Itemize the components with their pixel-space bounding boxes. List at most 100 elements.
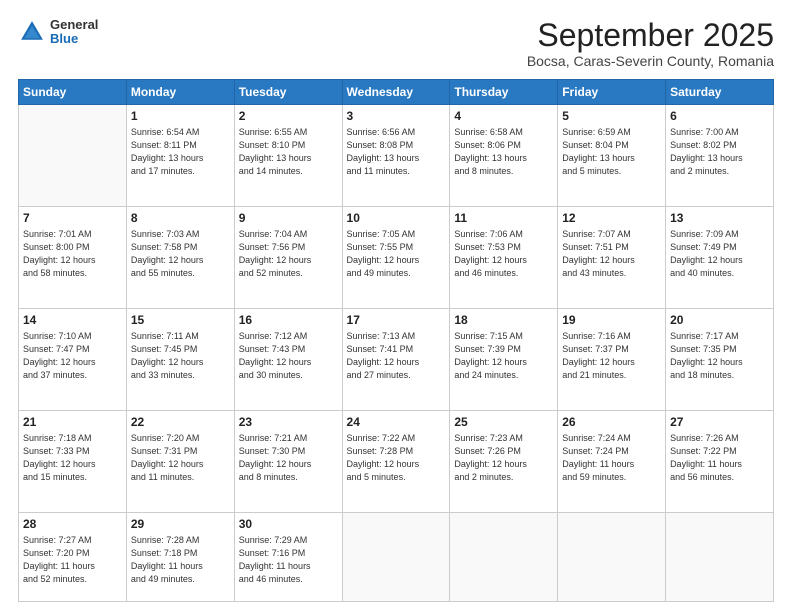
weekday-header-monday: Monday (126, 80, 234, 105)
day-number: 22 (131, 414, 230, 431)
day-number: 15 (131, 312, 230, 329)
day-number: 23 (239, 414, 338, 431)
calendar-cell: 3Sunrise: 6:56 AM Sunset: 8:08 PM Daylig… (342, 105, 450, 207)
day-number: 21 (23, 414, 122, 431)
day-number: 29 (131, 516, 230, 533)
calendar-table: SundayMondayTuesdayWednesdayThursdayFrid… (18, 79, 774, 602)
calendar-cell: 4Sunrise: 6:58 AM Sunset: 8:06 PM Daylig… (450, 105, 558, 207)
day-number: 12 (562, 210, 661, 227)
calendar-cell: 13Sunrise: 7:09 AM Sunset: 7:49 PM Dayli… (666, 207, 774, 309)
day-content: Sunrise: 7:04 AM Sunset: 7:56 PM Dayligh… (239, 228, 338, 280)
page: General Blue September 2025 Bocsa, Caras… (0, 0, 792, 612)
calendar-cell: 30Sunrise: 7:29 AM Sunset: 7:16 PM Dayli… (234, 512, 342, 601)
weekday-header-friday: Friday (558, 80, 666, 105)
calendar-cell: 20Sunrise: 7:17 AM Sunset: 7:35 PM Dayli… (666, 309, 774, 411)
day-content: Sunrise: 7:07 AM Sunset: 7:51 PM Dayligh… (562, 228, 661, 280)
calendar-cell: 28Sunrise: 7:27 AM Sunset: 7:20 PM Dayli… (19, 512, 127, 601)
week-row-5: 28Sunrise: 7:27 AM Sunset: 7:20 PM Dayli… (19, 512, 774, 601)
calendar-cell: 14Sunrise: 7:10 AM Sunset: 7:47 PM Dayli… (19, 309, 127, 411)
logo-text: General Blue (50, 18, 98, 47)
weekday-header-thursday: Thursday (450, 80, 558, 105)
day-content: Sunrise: 6:58 AM Sunset: 8:06 PM Dayligh… (454, 126, 553, 178)
calendar-cell: 12Sunrise: 7:07 AM Sunset: 7:51 PM Dayli… (558, 207, 666, 309)
calendar-cell (666, 512, 774, 601)
day-number: 27 (670, 414, 769, 431)
logo-blue-text: Blue (50, 32, 98, 46)
calendar-cell: 23Sunrise: 7:21 AM Sunset: 7:30 PM Dayli… (234, 410, 342, 512)
calendar-cell: 2Sunrise: 6:55 AM Sunset: 8:10 PM Daylig… (234, 105, 342, 207)
calendar-cell: 18Sunrise: 7:15 AM Sunset: 7:39 PM Dayli… (450, 309, 558, 411)
day-number: 25 (454, 414, 553, 431)
calendar-cell: 1Sunrise: 6:54 AM Sunset: 8:11 PM Daylig… (126, 105, 234, 207)
day-content: Sunrise: 7:10 AM Sunset: 7:47 PM Dayligh… (23, 330, 122, 382)
day-content: Sunrise: 7:06 AM Sunset: 7:53 PM Dayligh… (454, 228, 553, 280)
calendar-cell: 7Sunrise: 7:01 AM Sunset: 8:00 PM Daylig… (19, 207, 127, 309)
calendar-cell: 10Sunrise: 7:05 AM Sunset: 7:55 PM Dayli… (342, 207, 450, 309)
calendar-cell: 27Sunrise: 7:26 AM Sunset: 7:22 PM Dayli… (666, 410, 774, 512)
day-content: Sunrise: 7:01 AM Sunset: 8:00 PM Dayligh… (23, 228, 122, 280)
day-number: 9 (239, 210, 338, 227)
logo-general-text: General (50, 18, 98, 32)
day-number: 26 (562, 414, 661, 431)
day-number: 17 (347, 312, 446, 329)
day-content: Sunrise: 7:23 AM Sunset: 7:26 PM Dayligh… (454, 432, 553, 484)
day-number: 11 (454, 210, 553, 227)
calendar-cell: 6Sunrise: 7:00 AM Sunset: 8:02 PM Daylig… (666, 105, 774, 207)
weekday-header-tuesday: Tuesday (234, 80, 342, 105)
day-content: Sunrise: 7:09 AM Sunset: 7:49 PM Dayligh… (670, 228, 769, 280)
day-content: Sunrise: 7:16 AM Sunset: 7:37 PM Dayligh… (562, 330, 661, 382)
calendar-cell (450, 512, 558, 601)
day-content: Sunrise: 6:56 AM Sunset: 8:08 PM Dayligh… (347, 126, 446, 178)
day-content: Sunrise: 7:18 AM Sunset: 7:33 PM Dayligh… (23, 432, 122, 484)
day-content: Sunrise: 7:05 AM Sunset: 7:55 PM Dayligh… (347, 228, 446, 280)
day-number: 4 (454, 108, 553, 125)
day-content: Sunrise: 7:20 AM Sunset: 7:31 PM Dayligh… (131, 432, 230, 484)
day-number: 13 (670, 210, 769, 227)
day-number: 18 (454, 312, 553, 329)
day-content: Sunrise: 7:12 AM Sunset: 7:43 PM Dayligh… (239, 330, 338, 382)
day-content: Sunrise: 6:54 AM Sunset: 8:11 PM Dayligh… (131, 126, 230, 178)
title-area: September 2025 Bocsa, Caras-Severin Coun… (527, 18, 774, 69)
weekday-header-saturday: Saturday (666, 80, 774, 105)
day-number: 8 (131, 210, 230, 227)
calendar-cell: 21Sunrise: 7:18 AM Sunset: 7:33 PM Dayli… (19, 410, 127, 512)
day-content: Sunrise: 7:21 AM Sunset: 7:30 PM Dayligh… (239, 432, 338, 484)
day-number: 5 (562, 108, 661, 125)
day-number: 30 (239, 516, 338, 533)
week-row-1: 1Sunrise: 6:54 AM Sunset: 8:11 PM Daylig… (19, 105, 774, 207)
day-number: 20 (670, 312, 769, 329)
calendar-cell: 29Sunrise: 7:28 AM Sunset: 7:18 PM Dayli… (126, 512, 234, 601)
week-row-2: 7Sunrise: 7:01 AM Sunset: 8:00 PM Daylig… (19, 207, 774, 309)
day-number: 28 (23, 516, 122, 533)
day-number: 24 (347, 414, 446, 431)
day-number: 10 (347, 210, 446, 227)
day-content: Sunrise: 7:22 AM Sunset: 7:28 PM Dayligh… (347, 432, 446, 484)
logo-icon (18, 18, 46, 46)
day-content: Sunrise: 7:03 AM Sunset: 7:58 PM Dayligh… (131, 228, 230, 280)
day-content: Sunrise: 7:24 AM Sunset: 7:24 PM Dayligh… (562, 432, 661, 484)
day-content: Sunrise: 7:29 AM Sunset: 7:16 PM Dayligh… (239, 534, 338, 586)
day-number: 16 (239, 312, 338, 329)
calendar-cell (558, 512, 666, 601)
calendar-cell: 17Sunrise: 7:13 AM Sunset: 7:41 PM Dayli… (342, 309, 450, 411)
calendar-cell: 25Sunrise: 7:23 AM Sunset: 7:26 PM Dayli… (450, 410, 558, 512)
weekday-header-row: SundayMondayTuesdayWednesdayThursdayFrid… (19, 80, 774, 105)
weekday-header-sunday: Sunday (19, 80, 127, 105)
calendar-cell (19, 105, 127, 207)
calendar-cell: 5Sunrise: 6:59 AM Sunset: 8:04 PM Daylig… (558, 105, 666, 207)
day-number: 19 (562, 312, 661, 329)
day-content: Sunrise: 7:11 AM Sunset: 7:45 PM Dayligh… (131, 330, 230, 382)
day-content: Sunrise: 7:15 AM Sunset: 7:39 PM Dayligh… (454, 330, 553, 382)
calendar-cell: 16Sunrise: 7:12 AM Sunset: 7:43 PM Dayli… (234, 309, 342, 411)
day-content: Sunrise: 7:26 AM Sunset: 7:22 PM Dayligh… (670, 432, 769, 484)
day-content: Sunrise: 7:00 AM Sunset: 8:02 PM Dayligh… (670, 126, 769, 178)
calendar-cell: 24Sunrise: 7:22 AM Sunset: 7:28 PM Dayli… (342, 410, 450, 512)
calendar-cell: 19Sunrise: 7:16 AM Sunset: 7:37 PM Dayli… (558, 309, 666, 411)
day-number: 14 (23, 312, 122, 329)
day-number: 7 (23, 210, 122, 227)
day-number: 1 (131, 108, 230, 125)
day-number: 6 (670, 108, 769, 125)
calendar-cell: 26Sunrise: 7:24 AM Sunset: 7:24 PM Dayli… (558, 410, 666, 512)
calendar-cell: 11Sunrise: 7:06 AM Sunset: 7:53 PM Dayli… (450, 207, 558, 309)
day-content: Sunrise: 7:27 AM Sunset: 7:20 PM Dayligh… (23, 534, 122, 586)
